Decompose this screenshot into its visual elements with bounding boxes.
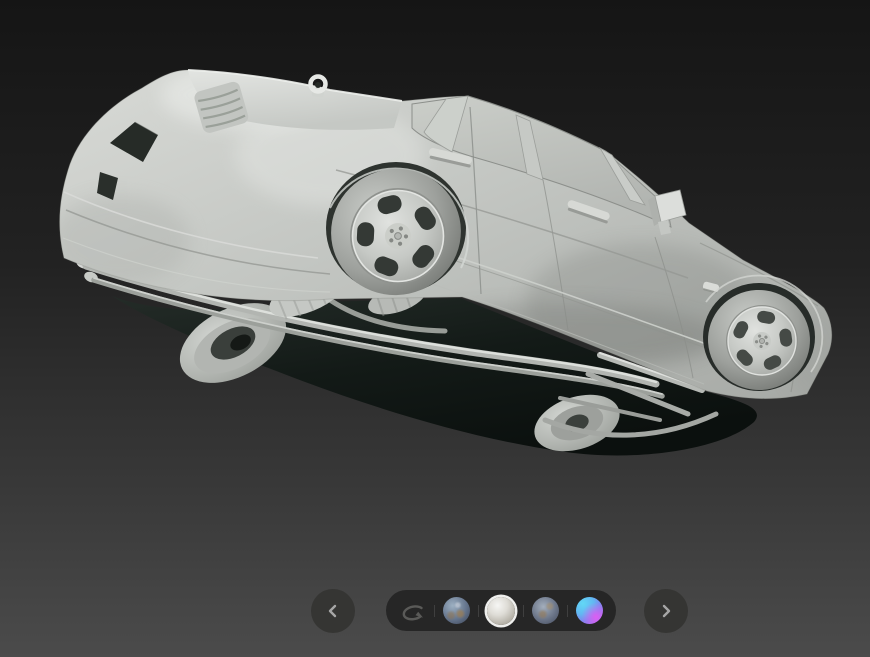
toolbar-divider: [478, 605, 479, 617]
chevron-left-icon: [324, 602, 342, 620]
material-environment-sphere-1[interactable]: [443, 597, 470, 624]
turntable-rotate-button[interactable]: [400, 601, 426, 621]
toolbar-divider: [434, 605, 435, 617]
viewer-stage: [0, 0, 870, 657]
material-toolbar: [386, 590, 616, 631]
model-viewport[interactable]: [0, 0, 870, 657]
previous-model-button[interactable]: [311, 589, 355, 633]
chevron-right-icon: [657, 602, 675, 620]
toolbar-divider: [567, 605, 568, 617]
material-gradient-sphere[interactable]: [576, 597, 603, 624]
material-matcap-gray-sphere[interactable]: [487, 597, 515, 625]
next-model-button[interactable]: [644, 589, 688, 633]
material-environment-sphere-2[interactable]: [532, 597, 559, 624]
orbit-rotate-icon: [400, 601, 426, 621]
toolbar-divider: [523, 605, 524, 617]
